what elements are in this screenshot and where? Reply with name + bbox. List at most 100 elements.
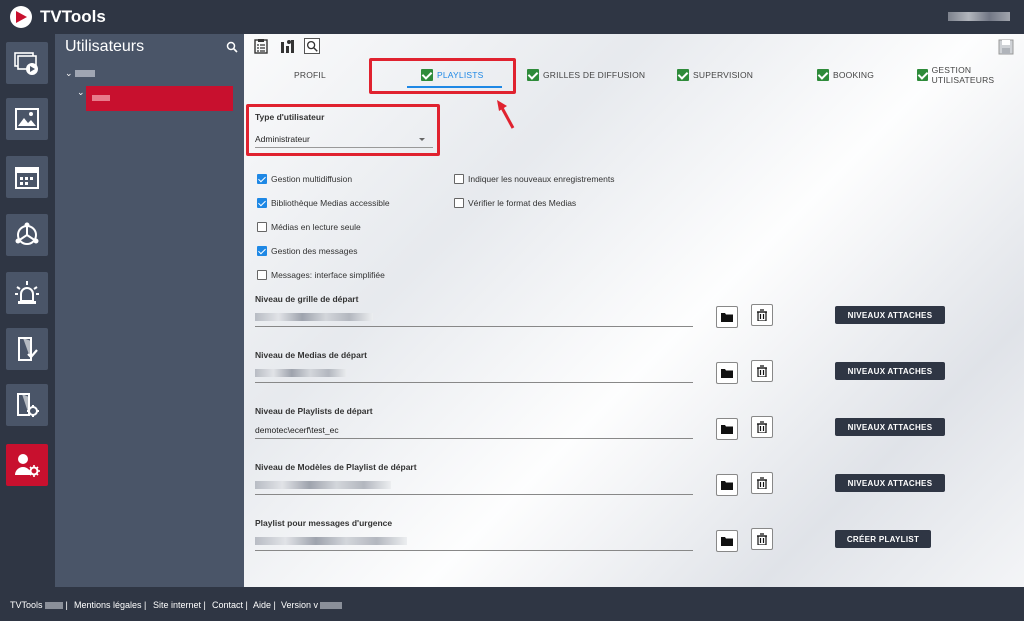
clipboard-list-icon[interactable] [253, 38, 269, 54]
delete-button[interactable] [751, 416, 773, 438]
level-value-redacted [255, 313, 373, 321]
trash-icon [757, 309, 767, 321]
select-underline [255, 147, 433, 148]
tab-gestion-utilisateurs[interactable]: GESTION UTILISATEURS [917, 62, 1024, 88]
tab-booking[interactable]: BOOKING [817, 62, 874, 88]
browse-folder-button[interactable] [716, 418, 738, 440]
tree-node-root[interactable]: ⌄ [65, 68, 95, 79]
footer-link-mentions[interactable]: Mentions légales | [74, 600, 146, 610]
tvtools-logo-icon [10, 6, 32, 28]
checkbox-checked-icon [917, 69, 928, 81]
document-check-icon [18, 337, 38, 361]
trash-icon [757, 533, 767, 545]
footer-brand: TVTools | [10, 600, 68, 610]
footer-version: Version v [281, 600, 343, 610]
level-field-underline[interactable] [255, 382, 693, 383]
checkbox-medias-lecture-seule[interactable]: Médias en lecture seule [257, 222, 361, 232]
checkbox-nouveaux-enregistrements[interactable]: Indiquer les nouveaux enregistrements [454, 174, 614, 184]
panel-title: Utilisateurs [65, 38, 145, 55]
niveaux-attaches-button[interactable]: NIVEAUX ATTACHES [835, 306, 945, 324]
icon-rail [0, 34, 55, 587]
rail-playlists-button[interactable] [6, 42, 48, 84]
delete-button[interactable] [751, 472, 773, 494]
level-field-underline[interactable] [255, 494, 693, 495]
checkbox-checked-icon [527, 69, 539, 81]
top-bar: TVTools [0, 0, 1024, 34]
level-value-redacted [255, 369, 347, 377]
delete-button[interactable] [751, 304, 773, 326]
folder-icon [721, 425, 733, 434]
delete-button[interactable] [751, 528, 773, 550]
trash-icon [757, 477, 767, 489]
rail-alerts-button[interactable] [6, 272, 48, 314]
level-value: demotec\ecerf\test_ec [255, 425, 339, 435]
redacted-node-name [92, 95, 110, 101]
user-type-value: Administrateur [255, 134, 310, 144]
level-value-redacted [255, 481, 391, 489]
tree-node-selected[interactable] [86, 86, 233, 111]
footer: TVTools | Mentions légales | Site intern… [0, 587, 1024, 621]
footer-link-site[interactable]: Site internet | [153, 600, 206, 610]
browse-folder-button[interactable] [716, 306, 738, 328]
checkbox-gestion-multidiffusion[interactable]: Gestion multidiffusion [257, 174, 352, 184]
level-field-underline[interactable] [255, 438, 693, 439]
network-icon [15, 222, 39, 245]
footer-link-contact[interactable]: Contact | [212, 600, 248, 610]
chevron-down-icon[interactable]: ⌄ [65, 68, 75, 79]
level-value-redacted [255, 537, 407, 545]
rail-users-button[interactable] [6, 444, 48, 486]
checkbox-checked-icon [817, 69, 829, 81]
folder-icon [721, 313, 733, 322]
main-content: PROFIL PLAYLISTS GRILLES DE DIFFUSION SU… [244, 34, 1024, 587]
rail-media-button[interactable] [6, 98, 48, 140]
user-gear-icon [15, 454, 40, 477]
niveaux-attaches-button[interactable]: NIVEAUX ATTACHES [835, 474, 945, 492]
checkbox-checked-icon [677, 69, 689, 81]
user-name-redacted[interactable] [948, 12, 1010, 21]
trash-icon [757, 421, 767, 433]
annotation-highlight-tab [369, 58, 516, 94]
folder-icon [721, 481, 733, 490]
search-icon [306, 40, 318, 52]
redacted-node-name [75, 70, 95, 78]
app-title: TVTools [40, 7, 106, 26]
level-field-underline[interactable] [255, 550, 693, 551]
rail-schedule-button[interactable] [6, 156, 48, 198]
calendar-icon [15, 167, 39, 189]
checkbox-verifier-format-medias[interactable]: Vérifier le format des Medias [454, 198, 576, 208]
browse-folder-button[interactable] [716, 474, 738, 496]
checkbox-messages-interface-simplifiee[interactable]: Messages: interface simplifiée [257, 270, 385, 280]
toolbar [244, 34, 1024, 58]
rail-settings-button[interactable] [6, 384, 48, 426]
search-button[interactable] [304, 38, 320, 54]
folder-icon [721, 537, 733, 546]
user-type-label: Type d'utilisateur [255, 112, 325, 122]
trash-icon [757, 365, 767, 377]
checkbox-bibliotheque-medias[interactable]: Bibliothèque Medias accessible [257, 198, 390, 208]
tab-supervision[interactable]: SUPERVISION [677, 62, 753, 88]
tab-bar: PROFIL PLAYLISTS GRILLES DE DIFFUSION SU… [244, 62, 1024, 88]
user-type-select[interactable]: Administrateur [255, 131, 433, 149]
folder-icon [721, 369, 733, 378]
delete-button[interactable] [751, 360, 773, 382]
image-icon [15, 108, 39, 130]
rail-approval-button[interactable] [6, 328, 48, 370]
rail-broadcast-button[interactable] [6, 214, 48, 256]
footer-link-aide[interactable]: Aide | [253, 600, 276, 610]
save-icon[interactable] [998, 39, 1014, 55]
creer-playlist-button[interactable]: CRÉER PLAYLIST [835, 530, 931, 548]
browse-folder-button[interactable] [716, 530, 738, 552]
tab-profil[interactable]: PROFIL [294, 62, 326, 88]
search-icon[interactable] [226, 41, 238, 53]
level-field-underline[interactable] [255, 326, 693, 327]
niveaux-attaches-button[interactable]: NIVEAUX ATTACHES [835, 362, 945, 380]
tab-grilles-de-diffusion[interactable]: GRILLES DE DIFFUSION [527, 62, 645, 88]
checkbox-gestion-messages[interactable]: Gestion des messages [257, 246, 357, 256]
browse-folder-button[interactable] [716, 362, 738, 384]
hierarchy-icon[interactable] [280, 38, 296, 54]
playlist-screens-icon [14, 52, 38, 75]
form-card: Type d'utilisateur Administrateur Gestio… [246, 101, 1022, 587]
niveaux-attaches-button[interactable]: NIVEAUX ATTACHES [835, 418, 945, 436]
caret-down-icon [419, 138, 425, 141]
users-tree-panel: Utilisateurs ⌄ ⌄ [55, 34, 244, 587]
